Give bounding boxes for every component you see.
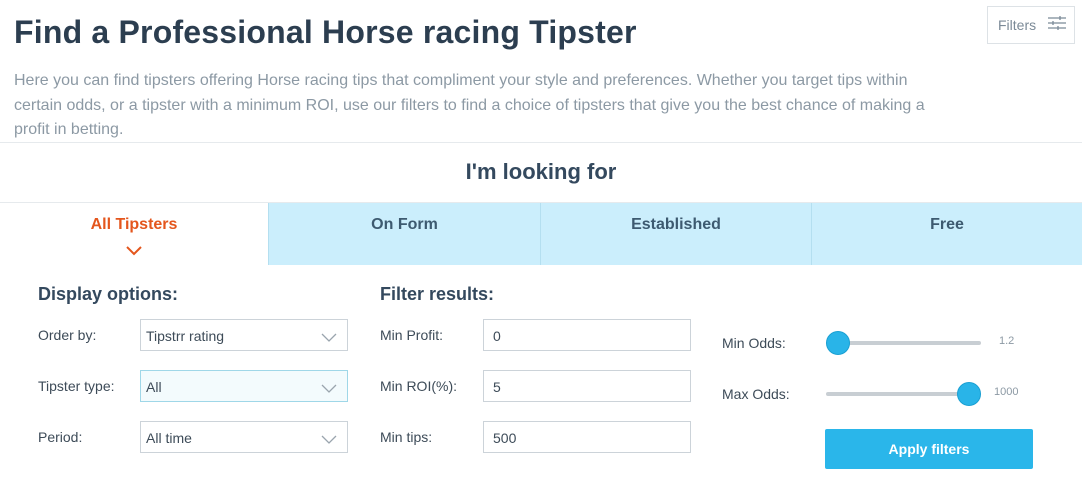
chevron-down-icon <box>321 381 337 397</box>
tab-label: On Form <box>371 216 438 233</box>
max-odds-value: 1000 <box>994 386 1019 398</box>
order-by-label: Order by: <box>38 327 97 343</box>
tab-on-form[interactable]: On Form <box>268 203 540 265</box>
tab-free[interactable]: Free <box>811 203 1082 265</box>
tab-established[interactable]: Established <box>540 203 811 265</box>
tipster-type-value: All <box>146 379 162 395</box>
min-tips-input[interactable]: 500 <box>483 421 691 453</box>
page-title: Find a Professional Horse racing Tipster <box>14 14 637 50</box>
min-tips-label: Min tips: <box>380 429 433 445</box>
intro-text: Here you can find tipsters offering Hors… <box>14 72 925 138</box>
tab-label: Established <box>631 216 721 233</box>
filters-button-label: Filters <box>998 17 1037 33</box>
period-value: All time <box>146 430 192 446</box>
filter-results-heading: Filter results: <box>380 284 495 304</box>
tipster-type-label: Tipster type: <box>38 378 115 394</box>
order-by-select[interactable]: Tipstrr rating <box>140 319 348 351</box>
divider <box>0 142 1082 143</box>
min-odds-value: 1.2 <box>999 335 1015 347</box>
period-select[interactable]: All time <box>140 421 348 453</box>
display-options-heading: Display options: <box>38 284 179 304</box>
min-roi-label: Min ROI(%): <box>380 378 457 394</box>
looking-for-heading: I'm looking for <box>465 159 617 184</box>
min-odds-slider-handle[interactable] <box>826 331 850 355</box>
min-odds-label: Min Odds: <box>722 335 786 351</box>
chevron-down-icon <box>321 330 337 346</box>
filters-button[interactable]: Filters <box>987 6 1075 44</box>
min-profit-label: Min Profit: <box>380 327 444 343</box>
chevron-down-icon <box>126 243 142 261</box>
tipster-type-select[interactable]: All <box>140 370 348 402</box>
min-roi-input[interactable]: 5 <box>483 370 691 402</box>
order-by-value: Tipstrr rating <box>146 328 225 344</box>
min-profit-input[interactable]: 0 <box>483 319 691 351</box>
tipster-tabs: All Tipsters On Form Established Free <box>0 203 1082 265</box>
sliders-icon <box>1048 15 1067 35</box>
chevron-down-icon <box>321 432 337 448</box>
tab-all-tipsters[interactable]: All Tipsters <box>0 203 268 265</box>
max-odds-slider-handle[interactable] <box>957 382 981 406</box>
tab-label: All Tipsters <box>90 216 178 233</box>
apply-filters-button[interactable]: Apply filters <box>825 429 1033 469</box>
period-label: Period: <box>38 429 83 445</box>
max-odds-label: Max Odds: <box>722 386 790 402</box>
tab-label: Free <box>930 216 964 233</box>
